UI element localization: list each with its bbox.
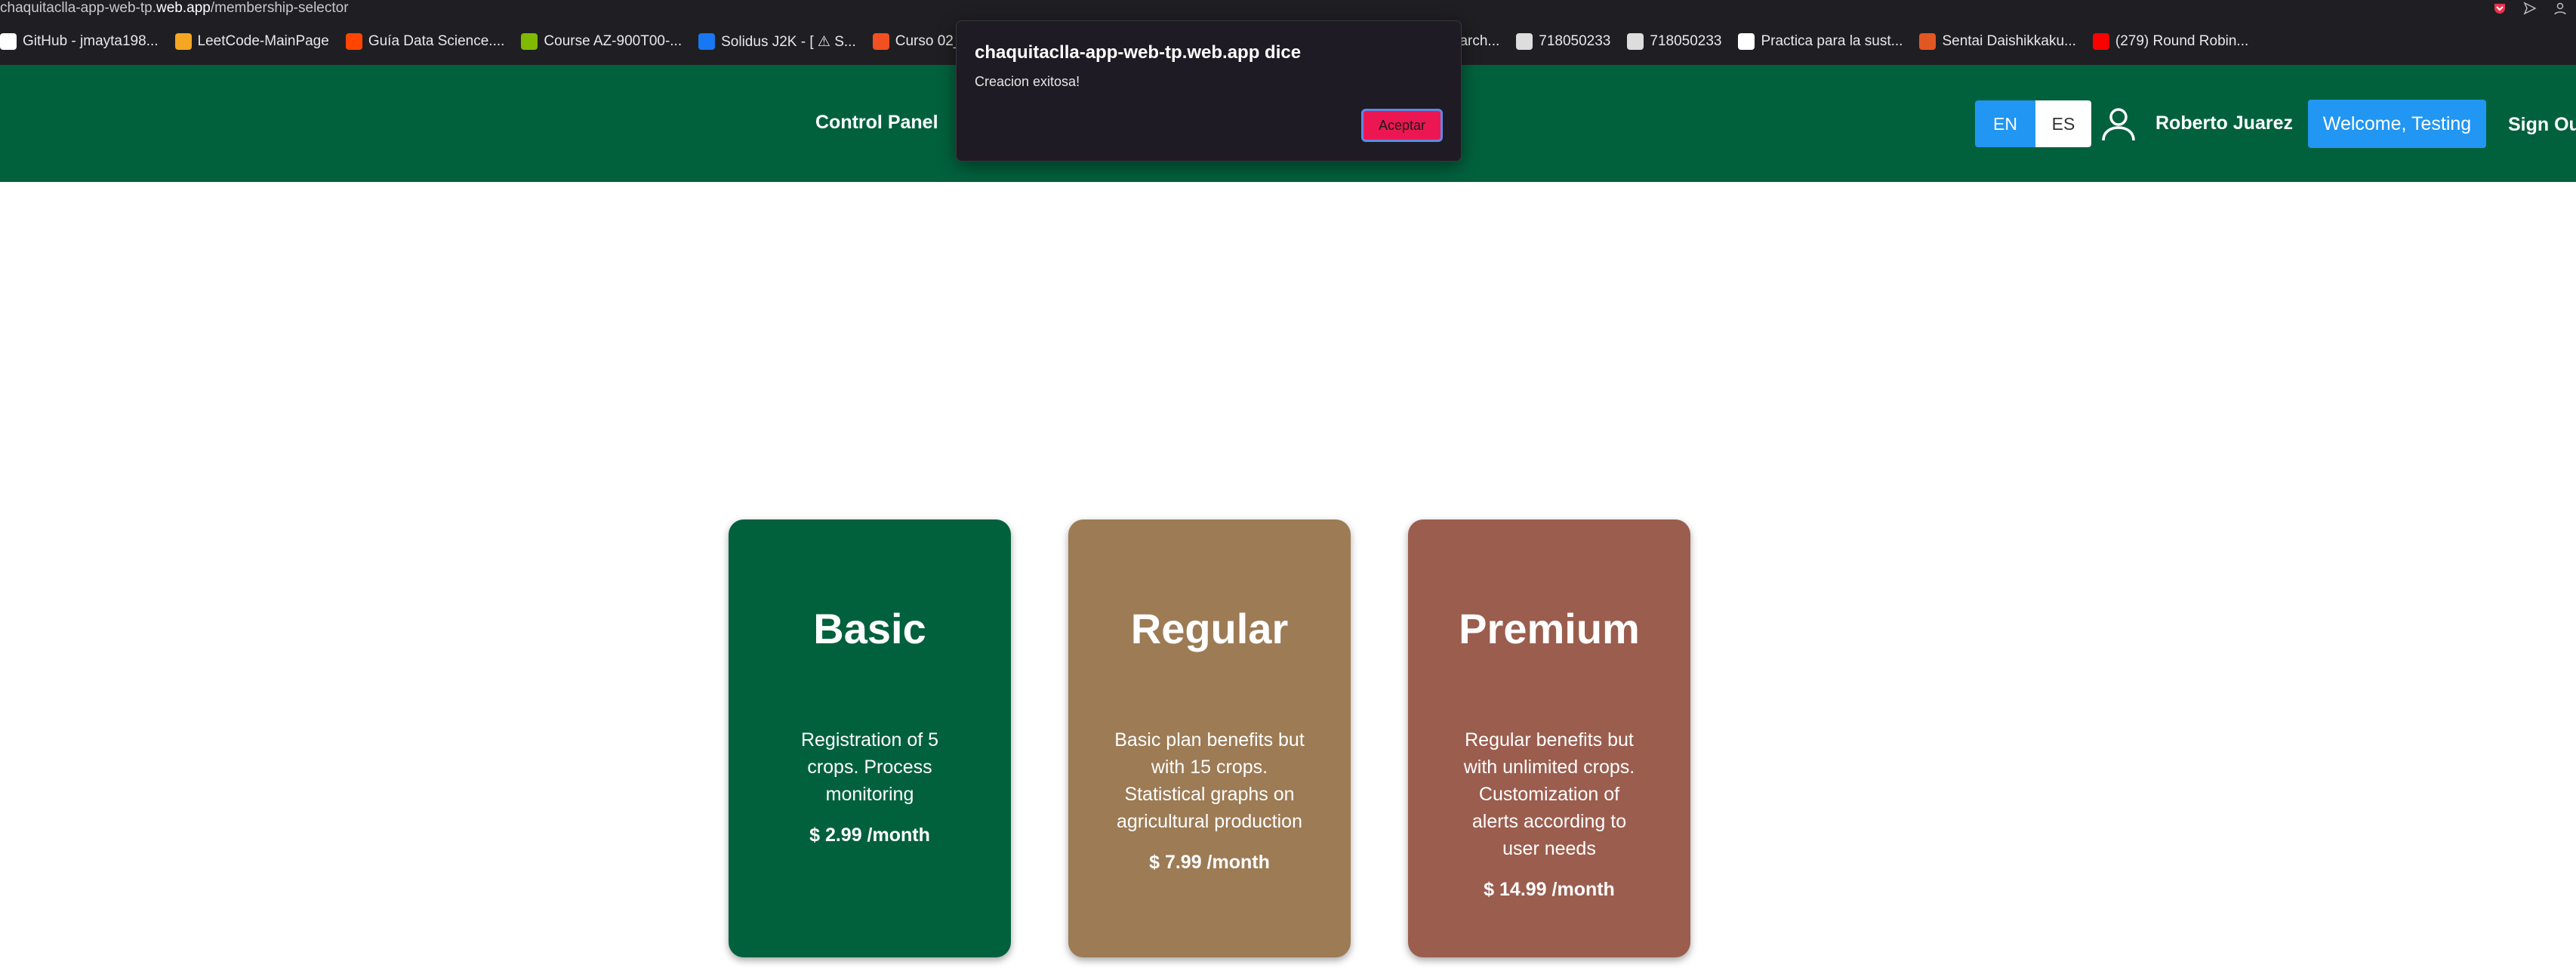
bookmark-favicon-icon [872, 33, 889, 50]
alert-accept-button[interactable]: Aceptar [1361, 109, 1443, 142]
user-icon[interactable] [2099, 104, 2138, 143]
bookmark-label: LeetCode-MainPage [197, 33, 329, 49]
plan-card-premium[interactable]: Premium Regular benefits but with unlimi… [1408, 519, 1690, 957]
lang-en-button[interactable]: EN [1975, 100, 2035, 147]
plan-description-block: Registration of 5 crops. Process monitor… [774, 726, 966, 849]
plan-card-regular[interactable]: Regular Basic plan benefits but with 15 … [1068, 519, 1351, 957]
plan-price: $ 2.99 /month [809, 825, 930, 846]
bookmark-label: GitHub - jmayta198... [23, 33, 159, 49]
bookmark-label: 718050233 [1539, 33, 1611, 49]
plan-title: Premium [1459, 605, 1640, 652]
bookmark-favicon-icon [1516, 33, 1533, 50]
send-icon[interactable] [2523, 2, 2537, 15]
bookmark-item[interactable]: Guía Data Science.... [345, 33, 505, 50]
bookmark-favicon-icon [0, 33, 17, 50]
bookmark-item[interactable]: 718050233 [1516, 33, 1610, 50]
url-prefix: chaquitaclla-app-web-tp. [0, 0, 157, 16]
bookmark-favicon-icon [1627, 33, 1644, 50]
bookmark-favicon-icon [345, 33, 362, 50]
profile-icon[interactable] [2553, 2, 2567, 15]
bookmark-favicon-icon [1738, 33, 1755, 50]
lang-es-button[interactable]: ES [2035, 100, 2091, 147]
alert-message: Creacion exitosa! [975, 74, 1080, 89]
plan-title: Regular [1130, 605, 1289, 652]
plan-description-block: Basic plan benefits but with 15 crops. S… [1114, 726, 1305, 876]
url-path: /membership-selector [210, 0, 349, 16]
bookmark-item[interactable]: Practica para la sust... [1738, 33, 1903, 50]
language-toggle: EN ES [1975, 100, 2091, 147]
user-name: Roberto Juarez [2155, 113, 2293, 134]
welcome-button[interactable]: Welcome, Testing [2308, 100, 2486, 148]
bookmark-label: Sentai Daishikkaku... [1942, 33, 2076, 49]
bookmark-item[interactable]: 718050233 [1627, 33, 1721, 50]
plan-card-basic[interactable]: Basic Registration of 5 crops. Process m… [729, 519, 1011, 957]
bookmark-item[interactable]: LeetCode-MainPage [174, 33, 329, 50]
bookmark-label: Solidus J2K - [ ⚠ S... [721, 33, 856, 50]
url-host: web.app [156, 0, 211, 16]
plan-description: Basic plan benefits but with 15 crops. S… [1114, 729, 1305, 832]
bookmark-favicon-icon [698, 33, 716, 50]
nav-control-panel-link[interactable]: Control Panel [815, 112, 938, 134]
alert-dialog: chaquitaclla-app-web-tp.web.app dice Cre… [956, 20, 1462, 162]
bookmark-item[interactable]: (279) Round Robin... [2092, 33, 2249, 50]
toolbar-icons [2493, 0, 2567, 17]
alert-title: chaquitaclla-app-web-tp.web.app dice [975, 42, 1302, 63]
plan-description: Regular benefits but with unlimited crop… [1463, 729, 1635, 859]
bookmark-favicon-icon [521, 33, 538, 50]
bookmark-label: (279) Round Robin... [2115, 33, 2249, 49]
plan-title: Basic [813, 605, 926, 652]
bookmark-item[interactable]: Solidus J2K - [ ⚠ S... [698, 33, 856, 51]
bookmark-item[interactable]: GitHub - jmayta198... [0, 33, 159, 50]
plan-description: Registration of 5 crops. Process monitor… [800, 729, 939, 805]
plan-price: $ 14.99 /month [1484, 879, 1615, 900]
plan-description-block: Regular benefits but with unlimited crop… [1453, 726, 1645, 903]
bookmark-favicon-icon [174, 33, 192, 50]
bookmark-label: Practica para la sust... [1761, 33, 1903, 49]
bookmark-label: Course AZ-900T00-... [544, 33, 683, 49]
bookmark-favicon-icon [1919, 33, 1937, 50]
pocket-icon[interactable] [2493, 2, 2507, 15]
bookmark-label: 718050233 [1650, 33, 1722, 49]
bookmark-label: Guía Data Science.... [368, 33, 505, 49]
bookmark-item[interactable]: Sentai Daishikkaku... [1919, 33, 2076, 50]
plan-price: $ 7.99 /month [1149, 852, 1270, 873]
address-bar[interactable]: chaquitaclla-app-web-tp.web.app/membersh… [0, 0, 2576, 18]
sign-out-link[interactable]: Sign Out [2508, 114, 2576, 136]
bookmark-item[interactable]: Course AZ-900T00-... [521, 33, 682, 50]
bookmark-favicon-icon [2092, 33, 2109, 50]
